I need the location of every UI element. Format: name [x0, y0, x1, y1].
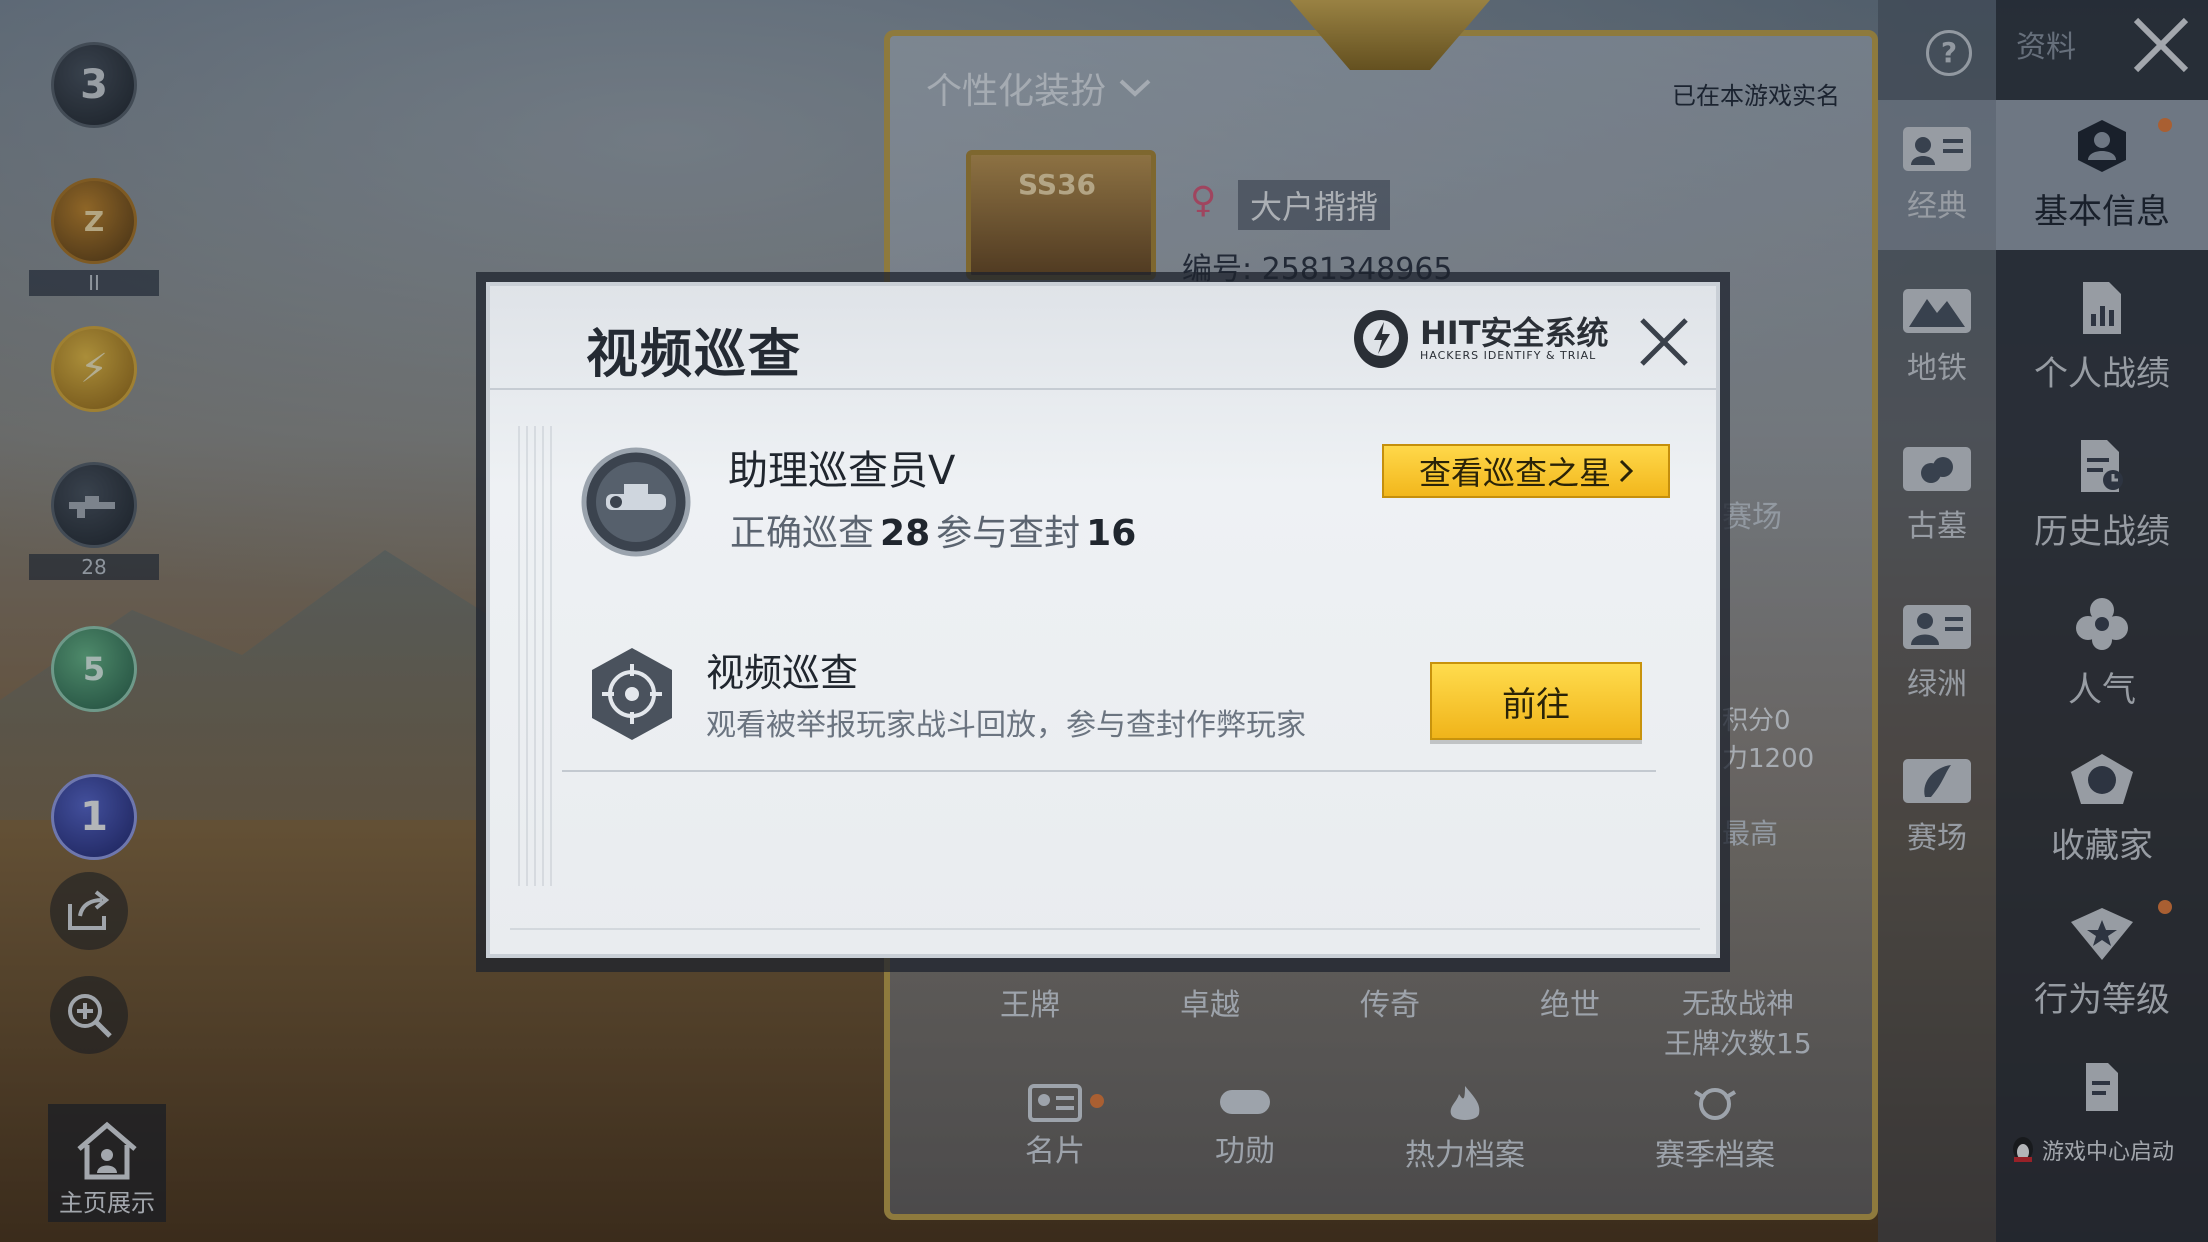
inspector-title: 助理巡查员V — [728, 448, 956, 494]
hit-brand-sub: HACKERS IDENTIFY & TRIAL — [1420, 348, 1597, 362]
view-patrol-star-label: 查看巡查之星 — [1418, 454, 1611, 492]
correct-patrol-label: 正确巡查 — [730, 513, 875, 554]
dialog-bottom-divider — [510, 928, 1700, 930]
chevron-right-icon — [1619, 459, 1633, 483]
patrol-target-badge — [588, 646, 676, 742]
dialog-close-button[interactable] — [1636, 314, 1692, 370]
hit-brand-main: HIT安全系统 — [1420, 313, 1609, 352]
correct-patrol-value: 28 — [880, 513, 931, 554]
patrol-title: 视频巡查 — [706, 651, 859, 695]
dialog-title: 视频巡查 — [586, 325, 803, 385]
patrol-description: 观看被举报玩家战斗回放，参与查封作弊玩家 — [706, 708, 1306, 743]
scope-badge-icon — [581, 447, 691, 557]
dialog-header: 视频巡查 HIT安全系统 HACKERS IDENTIFY & TRIAL — [490, 286, 1716, 390]
inspector-stats: 正确巡查 28 参与查封 16 — [730, 504, 1142, 556]
ban-participation-value: 16 — [1086, 513, 1137, 554]
hit-security-logo: HIT安全系统 HACKERS IDENTIFY & TRIAL — [1352, 308, 1609, 370]
video-patrol-dialog: 视频巡查 HIT安全系统 HACKERS IDENTIFY & TRIAL 助理… — [486, 282, 1720, 958]
go-button[interactable]: 前往 — [1430, 662, 1642, 740]
close-icon — [1640, 318, 1688, 366]
dialog-side-pattern — [518, 426, 558, 886]
hit-shield-icon — [1354, 310, 1408, 368]
view-patrol-star-button[interactable]: 查看巡查之星 — [1382, 444, 1670, 498]
ban-participation-label: 参与查封 — [936, 513, 1081, 554]
crosshair-icon — [592, 648, 672, 740]
inspector-badge — [580, 446, 692, 558]
row-divider — [562, 770, 1656, 772]
